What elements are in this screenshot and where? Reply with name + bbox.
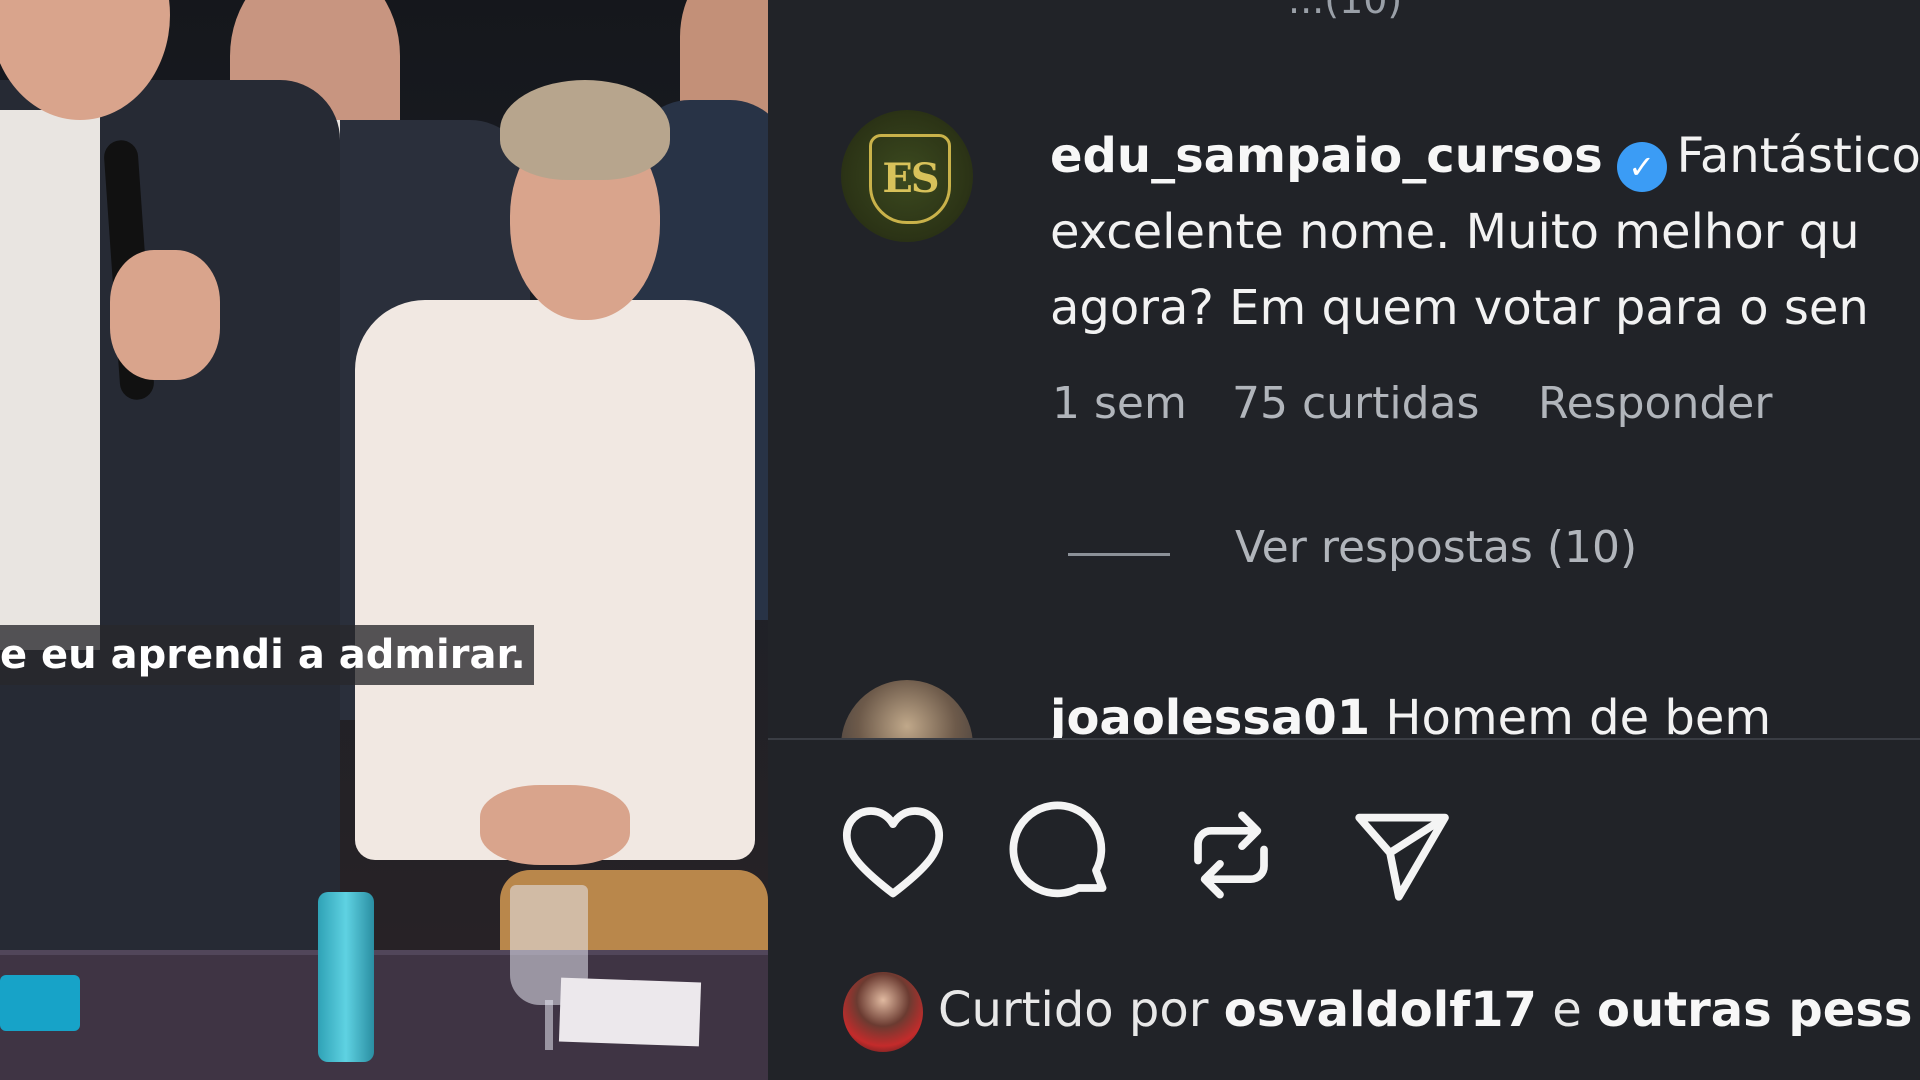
speaker-hand — [110, 250, 220, 380]
view-replies-button[interactable]: Ver respostas (10) — [1235, 522, 1637, 573]
liked-by-text[interactable]: Curtido por osvaldolf17 e outras pess — [938, 982, 1912, 1038]
reply-button[interactable]: Responder — [1538, 378, 1772, 429]
avatar[interactable] — [843, 972, 923, 1052]
comment-line: agora? Em quem votar para o sen — [1050, 280, 1869, 336]
verified-icon: ✓ — [1616, 142, 1667, 192]
liked-by-conj: e — [1552, 982, 1582, 1038]
comment-username[interactable]: edu_sampaio_cursos — [1050, 128, 1603, 184]
comments-panel: ...(10) ES edu_sampaio_cursos ✓ Fantástico… — [768, 0, 1920, 1080]
glass-stem — [545, 1000, 553, 1050]
liked-by-prefix: Curtido por — [938, 982, 1209, 1038]
truncated-top-text: ...(10) — [1288, 0, 1403, 22]
woman-hair — [500, 80, 670, 180]
divider — [768, 738, 1920, 740]
comment-text: edu_sampaio_cursos ✓ Fantástico excelente … — [1050, 118, 1920, 346]
liked-by-others[interactable]: outras pess — [1597, 982, 1913, 1038]
woman-blouse — [355, 300, 755, 860]
crest-logo: ES — [869, 134, 951, 224]
comment-like-count[interactable]: 75 curtidas — [1232, 378, 1479, 429]
repost-button[interactable] — [1176, 800, 1286, 910]
comment-time: 1 sem — [1052, 378, 1187, 429]
video-player[interactable]: e eu aprendi a admirar. — [0, 0, 768, 1080]
liked-by-user[interactable]: osvaldolf17 — [1224, 982, 1537, 1038]
comment-line: Fantástico — [1676, 128, 1920, 184]
woman-hands — [480, 785, 630, 865]
comment-button[interactable] — [1008, 800, 1118, 910]
like-button[interactable] — [838, 800, 948, 910]
share-button[interactable] — [1346, 800, 1456, 910]
speaker-shirt — [0, 110, 100, 650]
video-subtitle: e eu aprendi a admirar. — [0, 625, 534, 685]
paper-note — [558, 977, 702, 1047]
replies-divider-line — [1068, 553, 1170, 556]
phone — [0, 975, 80, 1031]
comment-icon — [1009, 801, 1107, 898]
comment-line: excelente nome. Muito melhor qu — [1050, 204, 1860, 260]
heart-icon — [842, 807, 944, 898]
send-icon — [1355, 813, 1449, 901]
repost-icon — [1194, 811, 1268, 899]
drink-can — [318, 892, 374, 1062]
